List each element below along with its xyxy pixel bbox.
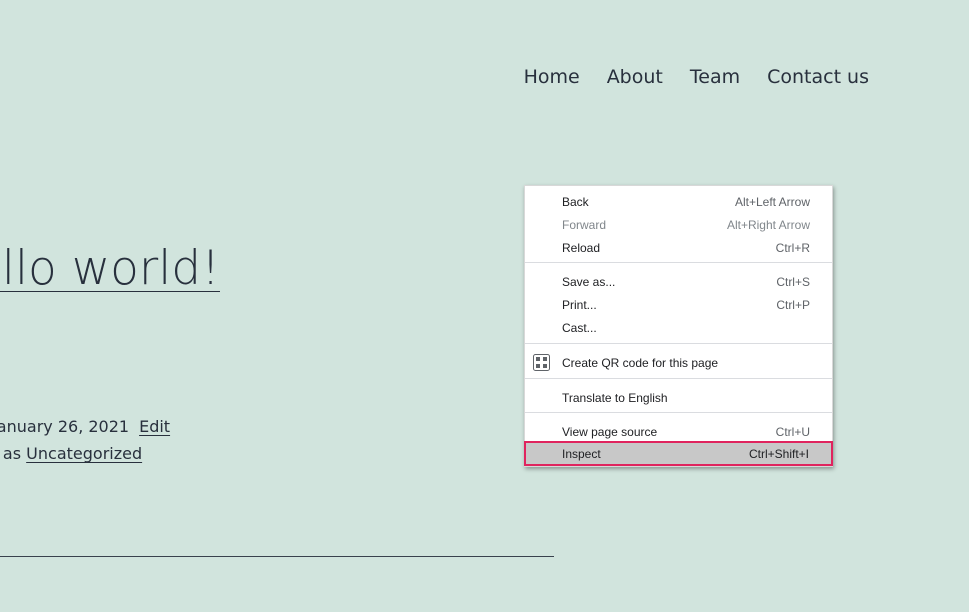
menu-item-shortcut: Ctrl+Shift+I [748, 446, 809, 461]
menu-item-label: Forward [562, 217, 607, 232]
edit-link[interactable]: Edit [139, 417, 170, 436]
nav-home-link[interactable]: Home [524, 64, 580, 90]
menu-item-translate[interactable]: Translate to English [525, 386, 832, 409]
post-date-line: ed January 26, 2021 Edit [0, 416, 170, 438]
menu-item-shortcut: Alt+Right Arrow [726, 217, 810, 232]
nav-contact-link[interactable]: Contact us [767, 64, 869, 90]
category-link[interactable]: Uncategorized [26, 444, 142, 463]
menu-item-shortcut: Alt+Left Arrow [734, 194, 810, 209]
menu-separator [525, 343, 832, 344]
menu-item-label: Cast... [562, 320, 597, 335]
post-title[interactable]: ello world! [0, 238, 220, 300]
menu-item-save-as[interactable]: Save as... Ctrl+S [525, 270, 832, 293]
menu-item-shortcut: Ctrl+S [776, 274, 810, 289]
menu-item-shortcut: Ctrl+P [776, 297, 810, 312]
menu-item-label: Save as... [562, 274, 616, 289]
menu-item-forward[interactable]: Forward Alt+Right Arrow [525, 213, 832, 236]
menu-item-view-page-source[interactable]: View page source Ctrl+U [525, 420, 832, 443]
post-category-line: ized as Uncategorized [0, 443, 142, 465]
menu-separator [525, 262, 832, 263]
menu-item-print[interactable]: Print... Ctrl+P [525, 293, 832, 316]
nav-team-link[interactable]: Team [690, 64, 740, 90]
menu-separator [525, 378, 832, 379]
menu-item-label: Translate to English [562, 390, 668, 405]
qr-code-icon [533, 354, 550, 371]
menu-item-shortcut: Ctrl+U [775, 424, 810, 439]
menu-item-label: Back [562, 194, 589, 209]
published-date: ed January 26, 2021 [0, 417, 130, 436]
menu-item-cast[interactable]: Cast... [525, 316, 832, 339]
content-divider [0, 556, 554, 557]
menu-item-shortcut: Ctrl+R [775, 240, 810, 255]
primary-nav: Home About Team Contact us [524, 64, 869, 90]
menu-item-create-qr-code[interactable]: Create QR code for this page [525, 351, 832, 374]
nav-about-link[interactable]: About [607, 64, 663, 90]
menu-item-label: Inspect [562, 446, 601, 461]
menu-item-reload[interactable]: Reload Ctrl+R [525, 236, 832, 259]
menu-item-back[interactable]: Back Alt+Left Arrow [525, 190, 832, 213]
menu-item-label: Reload [562, 240, 601, 255]
menu-item-label: View page source [562, 424, 658, 439]
context-menu: Back Alt+Left Arrow Forward Alt+Right Ar… [524, 185, 833, 467]
menu-item-inspect[interactable]: Inspect Ctrl+Shift+I [524, 441, 833, 466]
menu-item-label: Print... [562, 297, 597, 312]
category-prefix: ized as [0, 444, 22, 463]
menu-separator [525, 412, 832, 413]
menu-item-label: Create QR code for this page [562, 355, 719, 370]
